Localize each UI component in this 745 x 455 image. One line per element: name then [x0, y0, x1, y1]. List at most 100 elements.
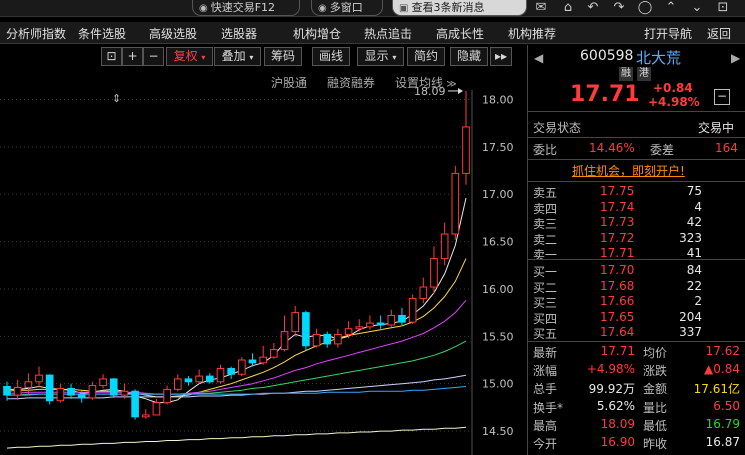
- stat-label: 量比: [643, 400, 668, 415]
- ask-volume: 4: [694, 199, 702, 214]
- candle-up: [88, 385, 97, 399]
- down-icon[interactable]: ⌄: [686, 0, 708, 16]
- divider: [528, 137, 745, 138]
- nav-item-inst-increase[interactable]: 机构增仓: [293, 25, 341, 42]
- quote-panel: ◀ 600598 北大荒 ▶ 融 港 17.71 +0.84 +4.98% − …: [527, 45, 745, 455]
- window-icon: ◉: [318, 3, 327, 14]
- ask-price: 17.72: [600, 230, 635, 245]
- ask-price: 17.73: [600, 215, 635, 230]
- zoom-in-button[interactable]: +: [122, 47, 143, 66]
- margin-link[interactable]: 融资融券: [327, 74, 375, 91]
- resize-icon[interactable]: ⇕: [112, 92, 121, 105]
- fuquan-dropdown[interactable]: 复权 ▾: [166, 47, 213, 66]
- hk-connect-link[interactable]: 沪股通: [271, 74, 307, 91]
- kline-chart[interactable]: 18.00 17.50 17.00 16.50 16.00 15.50 15.00 14.50…: [0, 45, 523, 455]
- bid-row[interactable]: 买五 17.64 337: [528, 325, 745, 341]
- kline-chart-panel: 18.00 17.50 17.00 16.50 16.00 15.50 15.00 14.50…: [0, 45, 523, 455]
- caret-down-icon: ▾: [249, 53, 254, 62]
- candle-up: [291, 312, 300, 333]
- bid-row[interactable]: 买一 17.70 84: [528, 263, 745, 279]
- moving-average-line: [6, 258, 467, 398]
- forward-arrow-icon[interactable]: ↷: [608, 0, 630, 16]
- collapse-icon[interactable]: −: [714, 89, 730, 105]
- more-button[interactable]: ▸▸: [490, 47, 512, 66]
- circle-icon[interactable]: ◯: [634, 0, 656, 16]
- draw-line-button[interactable]: 画线: [312, 47, 350, 66]
- ask-row[interactable]: 卖四 17.74 4: [528, 199, 745, 216]
- candle-up: [120, 390, 129, 396]
- chips-button[interactable]: 筹码: [264, 47, 302, 66]
- candle-up: [13, 386, 22, 396]
- nav-item-hotspot[interactable]: 热点追击: [364, 25, 412, 42]
- stat-value: 99.92万: [588, 382, 635, 397]
- caret-down-icon: ▾: [201, 53, 206, 62]
- stat-row: 总手 99.92万 金额 17.61亿: [528, 380, 745, 398]
- stat-label: 最低: [643, 418, 668, 433]
- ask-row[interactable]: 卖三 17.73 42: [528, 215, 745, 231]
- y-tick-label: 17.50: [482, 141, 514, 154]
- nav-item-inst-recommend[interactable]: 机构推荐: [508, 25, 556, 42]
- divider: [528, 259, 745, 260]
- bid-price: 17.65: [600, 309, 635, 324]
- ask-row[interactable]: 卖五 17.75 75: [528, 184, 745, 200]
- ask-label: 卖一: [533, 248, 558, 263]
- moving-average-line: [7, 197, 467, 404]
- zoom-out-button[interactable]: −: [143, 47, 164, 66]
- ask-volume: 42: [686, 215, 702, 230]
- lightning-icon: ◉: [199, 3, 208, 14]
- simple-button[interactable]: 简约: [407, 47, 445, 66]
- nav-item-high-growth[interactable]: 高成长性: [436, 25, 484, 42]
- crosshair-button[interactable]: ⊡: [101, 47, 122, 66]
- stock-name[interactable]: 北大荒: [636, 47, 681, 68]
- stat-value: 18.09: [600, 416, 635, 431]
- candle-up: [280, 331, 289, 351]
- y-tick-label: 16.50: [482, 236, 514, 249]
- candle-up: [440, 233, 449, 260]
- bid-label: 买二: [533, 280, 558, 295]
- stat-label: 换手*: [533, 400, 564, 415]
- set-ma-link[interactable]: 设置均线 ≫: [395, 74, 457, 91]
- open-nav-link[interactable]: 打开导航: [644, 25, 692, 42]
- ask-volume: 75: [686, 184, 702, 198]
- display-dropdown[interactable]: 显示 ▾: [357, 47, 404, 66]
- quick-trade-button[interactable]: ◉ 快速交易F12: [192, 0, 300, 16]
- back-link[interactable]: 返回: [707, 25, 731, 42]
- fuquan-label: 复权: [173, 49, 198, 63]
- stat-value: 17.62: [705, 344, 740, 358]
- lock-icon[interactable]: ⊡: [712, 0, 734, 16]
- stat-label: 今开: [533, 437, 558, 451]
- next-stock-icon[interactable]: ▶: [731, 51, 740, 65]
- overlay-dropdown[interactable]: 叠加 ▾: [214, 47, 261, 66]
- bid-row[interactable]: 买四 17.65 204: [528, 309, 745, 326]
- hide-button[interactable]: 隐藏: [450, 47, 488, 66]
- back-arrow-icon[interactable]: ↶: [582, 0, 604, 16]
- notice-button[interactable]: ▣ 查看3条新消息: [392, 0, 527, 16]
- nav-item-condition-select[interactable]: 条件选股: [78, 25, 126, 42]
- open-account-link[interactable]: 抓住机会，即刻开户!: [572, 162, 685, 179]
- crosshair-icon: ⊡: [106, 49, 117, 63]
- nav-item-advanced-select[interactable]: 高级选股: [149, 25, 197, 42]
- prev-stock-icon[interactable]: ◀: [534, 51, 543, 65]
- order-ratio-value: 14.46%: [589, 141, 635, 155]
- bid-row[interactable]: 买三 17.66 2: [528, 294, 745, 310]
- candle-up: [419, 286, 428, 299]
- top-toolbar: ◉ 快速交易F12 ◉ 多窗口 ▣ 查看3条新消息 ✉ ⌂ ↶ ↷ ◯ ⌃ ⌄ ⊡: [0, 0, 745, 17]
- bid-volume: 84: [686, 263, 702, 277]
- ask-row[interactable]: 卖二 17.72 323: [528, 230, 745, 247]
- mail-icon[interactable]: ✉: [530, 0, 552, 16]
- overlay-label: 叠加: [221, 49, 246, 63]
- nav-item-analyst-index[interactable]: 分析师指数: [6, 25, 66, 42]
- up-icon[interactable]: ⌃: [660, 0, 682, 16]
- home-icon[interactable]: ⌂: [557, 0, 579, 16]
- y-tick-label: 14.50: [482, 425, 514, 438]
- candle-up: [24, 381, 33, 388]
- candle-down: [376, 322, 385, 326]
- multi-window-button[interactable]: ◉ 多窗口: [311, 0, 383, 16]
- bid-volume: 22: [686, 278, 702, 293]
- nav-item-stock-picker[interactable]: 选股器: [221, 25, 257, 42]
- candle-up: [56, 387, 65, 402]
- notice-icon: ▣: [399, 3, 409, 14]
- candle-up: [462, 126, 470, 174]
- bid-row[interactable]: 买二 17.68 22: [528, 278, 745, 295]
- bid-volume: 2: [694, 294, 702, 309]
